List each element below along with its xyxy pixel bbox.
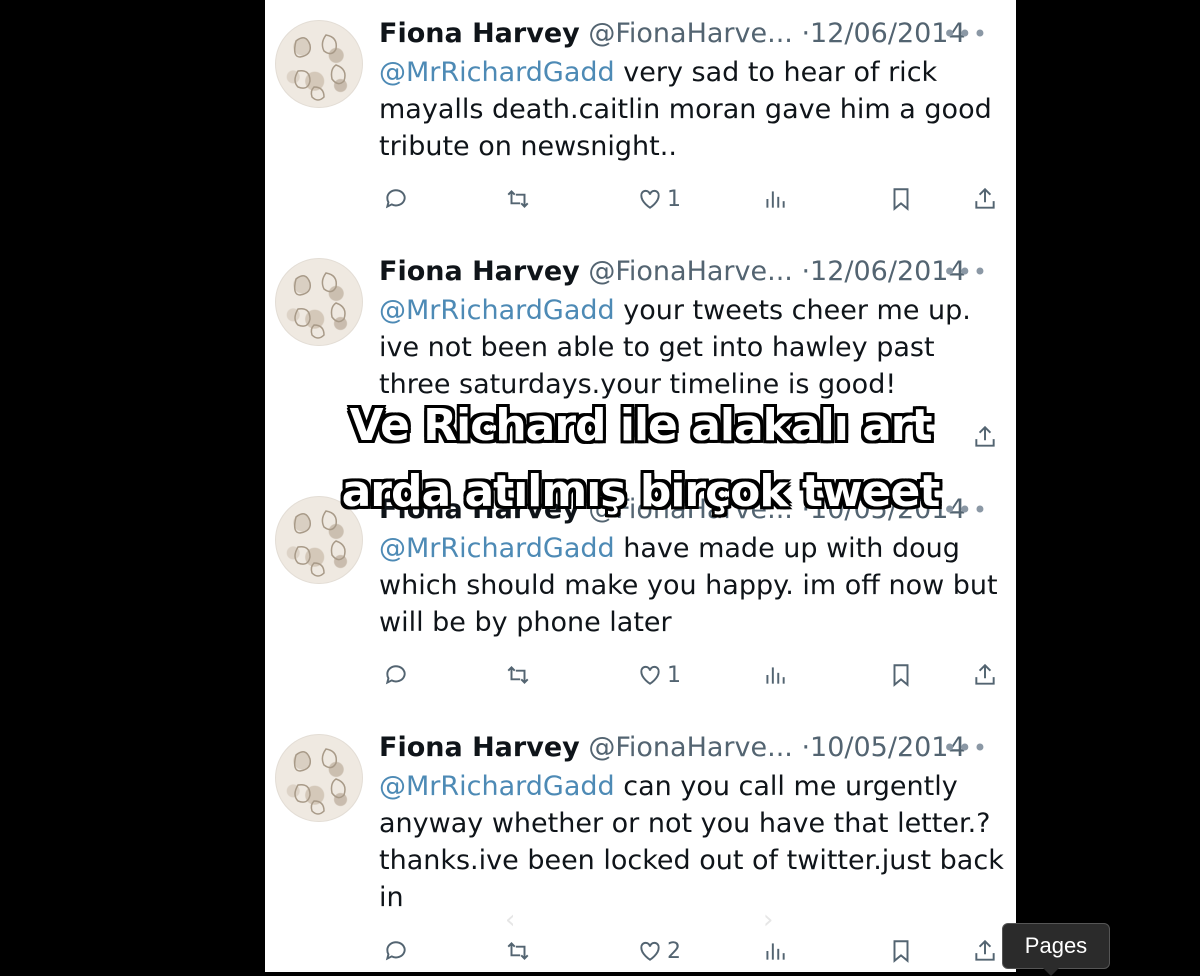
mention-link[interactable]: @MrRichardGadd bbox=[379, 57, 615, 88]
views-button[interactable] bbox=[762, 932, 788, 970]
like-icon bbox=[640, 941, 660, 961]
views-button[interactable] bbox=[762, 180, 788, 218]
reply-icon bbox=[385, 941, 406, 961]
avatar[interactable] bbox=[275, 20, 363, 108]
share-button[interactable] bbox=[972, 932, 998, 970]
author-name[interactable]: Fiona Harvey bbox=[379, 732, 580, 763]
mention-link[interactable]: @MrRichardGadd bbox=[379, 771, 615, 802]
tweet-header: Fiona Harvey @FionaHarve... ·12/06/2014 … bbox=[379, 16, 1004, 52]
tweet-text: @MrRichardGadd can you call me urgently … bbox=[379, 768, 1004, 916]
tweet-actions: 2 bbox=[379, 932, 1005, 970]
retweet-icon bbox=[507, 942, 529, 960]
tweet-text: @MrRichardGadd very sad to hear of rick … bbox=[379, 54, 1004, 165]
author-name[interactable]: Fiona Harvey bbox=[379, 256, 580, 287]
retweet-button[interactable] bbox=[505, 656, 531, 694]
tweet-header: Fiona Harvey @FionaHarve... ·10/05/2014 … bbox=[379, 730, 1004, 766]
bookmark-button[interactable] bbox=[888, 180, 914, 218]
retweet-button[interactable] bbox=[505, 180, 531, 218]
caption-line-1: Ve Richard ile alakalı art bbox=[349, 400, 932, 451]
paisley-pattern-icon bbox=[293, 748, 346, 815]
like-icon bbox=[640, 665, 660, 685]
mention-link[interactable]: @MrRichardGadd bbox=[379, 533, 615, 564]
bookmark-icon bbox=[893, 188, 909, 211]
share-button[interactable] bbox=[972, 180, 998, 218]
separator-dot: · bbox=[801, 18, 811, 49]
author-handle[interactable]: @FionaHarve... bbox=[588, 256, 793, 287]
retweet-icon bbox=[507, 666, 529, 684]
pages-tooltip: Pages bbox=[1002, 923, 1110, 976]
share-icon bbox=[975, 939, 995, 961]
retweet-icon bbox=[507, 190, 529, 208]
reply-button[interactable] bbox=[383, 180, 409, 218]
share-icon bbox=[975, 187, 995, 209]
more-options-icon[interactable]: ••• bbox=[943, 16, 988, 52]
reply-icon bbox=[385, 189, 406, 209]
separator-dot: · bbox=[801, 256, 811, 287]
reply-icon bbox=[385, 665, 406, 685]
author-name[interactable]: Fiona Harvey bbox=[379, 18, 580, 49]
paisley-pattern-icon bbox=[293, 272, 346, 339]
caption-line-2: arda atılmış birçok tweet bbox=[341, 466, 941, 517]
like-button[interactable]: 1 bbox=[637, 656, 681, 694]
retweet-button[interactable] bbox=[505, 932, 531, 970]
author-handle[interactable]: @FionaHarve... bbox=[588, 18, 793, 49]
avatar[interactable] bbox=[275, 734, 363, 822]
share-button[interactable] bbox=[972, 656, 998, 694]
tweet-actions: 1 bbox=[379, 180, 1005, 218]
previous-page-arrow[interactable]: ‹ bbox=[505, 905, 515, 935]
tweet-text: @MrRichardGadd your tweets cheer me up. … bbox=[379, 292, 1004, 403]
bookmark-icon bbox=[893, 664, 909, 687]
next-page-arrow[interactable]: › bbox=[763, 905, 773, 935]
bookmark-button[interactable] bbox=[888, 932, 914, 970]
tweet-card[interactable]: Fiona Harvey @FionaHarve... ·10/05/2014 … bbox=[265, 714, 1016, 964]
more-options-icon[interactable]: ••• bbox=[943, 254, 988, 290]
bookmark-button[interactable] bbox=[888, 656, 914, 694]
like-icon bbox=[640, 189, 660, 209]
paisley-pattern-icon bbox=[293, 34, 346, 101]
reply-button[interactable] bbox=[383, 932, 409, 970]
like-button[interactable]: 1 bbox=[637, 180, 681, 218]
views-icon bbox=[766, 667, 785, 684]
like-count: 1 bbox=[667, 662, 681, 688]
avatar[interactable] bbox=[275, 258, 363, 346]
like-button[interactable]: 2 bbox=[637, 932, 681, 970]
author-handle[interactable]: @FionaHarve... bbox=[588, 732, 793, 763]
tweet-header: Fiona Harvey @FionaHarve... ·12/06/2014 … bbox=[379, 254, 1004, 290]
separator-dot: · bbox=[801, 732, 811, 763]
bookmark-icon bbox=[893, 940, 909, 963]
reply-button[interactable] bbox=[383, 656, 409, 694]
tweet-text: @MrRichardGadd have made up with doug wh… bbox=[379, 530, 1004, 641]
views-button[interactable] bbox=[762, 656, 788, 694]
like-count: 2 bbox=[667, 938, 681, 964]
views-icon bbox=[766, 191, 785, 208]
mention-link[interactable]: @MrRichardGadd bbox=[379, 295, 615, 326]
tweet-card[interactable]: Fiona Harvey @FionaHarve... ·12/06/2014 … bbox=[265, 0, 1016, 238]
like-count: 1 bbox=[667, 186, 681, 212]
share-icon bbox=[975, 663, 995, 685]
tweet-actions: 1 bbox=[379, 656, 1005, 694]
views-icon bbox=[766, 943, 785, 960]
more-options-icon[interactable]: ••• bbox=[943, 730, 988, 766]
